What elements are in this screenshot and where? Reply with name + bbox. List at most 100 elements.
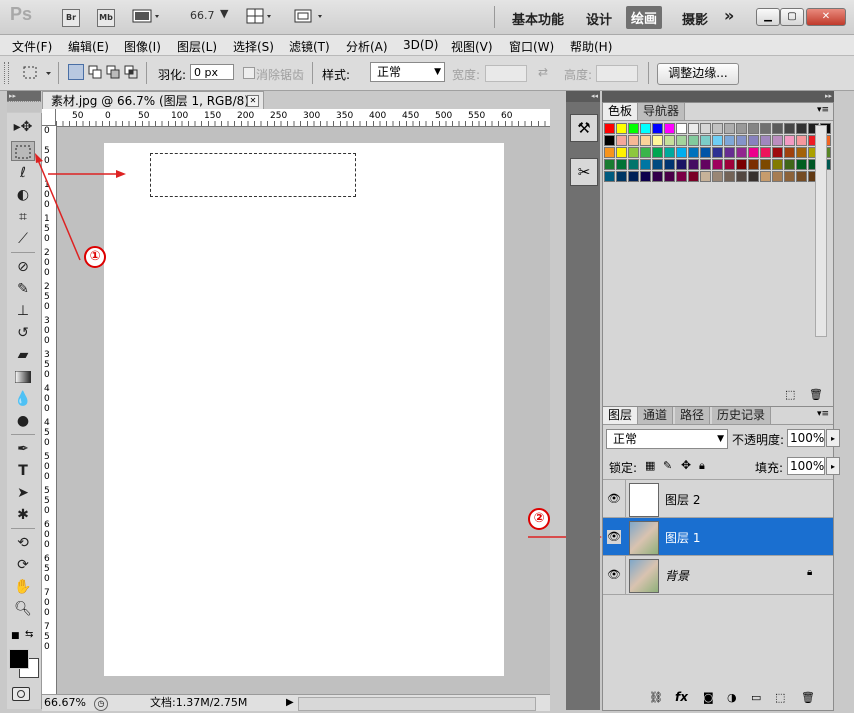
clone-stamp-tool-icon[interactable]: ⊥ [11, 301, 35, 321]
color-swatch[interactable] [640, 135, 651, 146]
link-layers-icon[interactable]: ⛓ [649, 691, 663, 704]
color-swatch[interactable] [760, 171, 771, 182]
color-swatch[interactable] [760, 135, 771, 146]
brush-settings-icon[interactable]: ✂ [570, 158, 598, 186]
workspace-painting[interactable]: 绘画 [626, 6, 663, 29]
ruler-origin[interactable] [42, 109, 56, 126]
subtract-from-selection-icon[interactable] [106, 65, 120, 82]
panel-menu-icon[interactable]: ▾≡ [817, 105, 829, 115]
new-group-icon[interactable]: ▭ [751, 691, 761, 704]
menu-edit[interactable]: 编辑(E) [68, 38, 109, 55]
move-tool-icon[interactable]: ▸✥ [11, 117, 35, 137]
menu-image[interactable]: 图像(I) [124, 38, 161, 55]
feather-input[interactable]: 0 px [190, 64, 234, 80]
color-swatch[interactable] [712, 135, 723, 146]
layer-name[interactable]: 图层 1 [665, 529, 700, 546]
workspace-photography[interactable]: 摄影 [682, 9, 708, 28]
gradient-tool-icon[interactable] [11, 367, 35, 387]
color-swatch[interactable] [724, 171, 735, 182]
shape-tool-icon[interactable]: ✱ [11, 505, 35, 525]
color-swatch[interactable] [700, 171, 711, 182]
color-swatch[interactable] [796, 159, 807, 170]
color-swatch[interactable] [796, 171, 807, 182]
visibility-eye-icon[interactable]: 👁︎ [607, 568, 621, 582]
layer-row-selected[interactable]: 👁︎ 图层 1 [603, 517, 833, 556]
color-swatch[interactable] [628, 123, 639, 134]
antialias-checkbox[interactable] [243, 67, 255, 79]
menu-analysis[interactable]: 分析(A) [346, 38, 388, 55]
color-swatch[interactable] [796, 123, 807, 134]
dock-collapse-icon[interactable]: ◂◂ [566, 91, 600, 102]
color-swatch[interactable] [604, 159, 615, 170]
visibility-eye-icon[interactable]: 👁︎ [607, 530, 621, 544]
color-swatch[interactable] [748, 171, 759, 182]
color-swatch[interactable] [604, 171, 615, 182]
swap-icon[interactable]: ⇄ [538, 65, 548, 79]
color-swatch[interactable] [712, 123, 723, 134]
color-swatch[interactable] [676, 159, 687, 170]
lock-all-icon[interactable]: 🔒︎ [699, 459, 705, 473]
color-swatch[interactable] [748, 135, 759, 146]
brush-presets-icon[interactable]: ⚒ [570, 114, 598, 142]
tool-preset-icon[interactable] [22, 65, 56, 84]
workspace-design[interactable]: 设计 [586, 9, 612, 28]
zoom-tool-icon[interactable]: 🔍︎ [11, 599, 35, 619]
color-swatch[interactable] [784, 171, 795, 182]
horizontal-scrollbar[interactable] [298, 697, 536, 711]
status-menu-arrow-icon[interactable]: ▶ [286, 695, 294, 711]
image-canvas[interactable] [104, 143, 504, 676]
color-swatch[interactable] [784, 123, 795, 134]
color-swatch[interactable] [604, 147, 615, 158]
color-swatch[interactable] [628, 159, 639, 170]
add-mask-icon[interactable]: ◙ [703, 691, 714, 704]
color-swatch[interactable] [688, 135, 699, 146]
color-swatch[interactable] [712, 171, 723, 182]
color-swatch[interactable] [676, 123, 687, 134]
color-swatch[interactable] [736, 171, 747, 182]
status-info-icon[interactable]: ◷ [94, 697, 108, 711]
width-input[interactable] [485, 65, 527, 82]
color-swatch[interactable] [736, 147, 747, 158]
color-swatch[interactable] [616, 147, 627, 158]
fill-input[interactable]: 100% [787, 457, 825, 475]
panel-menu-icon[interactable]: ▾≡ [817, 409, 829, 419]
color-swatch[interactable] [616, 123, 627, 134]
color-swatch[interactable] [760, 159, 771, 170]
color-swatch[interactable] [664, 135, 675, 146]
opacity-slider-arrow-icon[interactable]: ▸ [826, 429, 840, 447]
close-button[interactable]: ✕ [806, 8, 846, 26]
layer-row[interactable]: 👁︎ 背景 🔒︎ [603, 555, 833, 595]
tab-swatches[interactable]: 色板 [603, 103, 639, 120]
color-swatch[interactable] [628, 147, 639, 158]
minimize-button[interactable]: ▁ [756, 8, 780, 26]
color-swatch[interactable] [664, 159, 675, 170]
color-swatch[interactable] [688, 171, 699, 182]
color-swatch[interactable] [640, 147, 651, 158]
color-swatch[interactable] [748, 123, 759, 134]
color-swatch[interactable] [796, 135, 807, 146]
color-swatch[interactable] [628, 135, 639, 146]
zoom-status[interactable]: 66.67% [44, 695, 86, 711]
tab-channels[interactable]: 通道 [638, 407, 674, 424]
height-input[interactable] [596, 65, 638, 82]
color-swatch[interactable] [748, 147, 759, 158]
color-swatch[interactable] [700, 135, 711, 146]
color-swatch[interactable] [760, 123, 771, 134]
tab-navigator[interactable]: 导航器 [638, 103, 686, 120]
delete-layer-icon[interactable]: 🗑︎ [801, 691, 815, 704]
menu-filter[interactable]: 滤镜(T) [289, 38, 330, 55]
panel-collapse-icon[interactable]: ▸▸ [602, 91, 834, 102]
color-swatch[interactable] [688, 147, 699, 158]
add-to-selection-icon[interactable] [88, 65, 102, 82]
color-swatch[interactable] [676, 135, 687, 146]
delete-swatch-icon[interactable]: 🗑︎ [809, 388, 823, 401]
menu-window[interactable]: 窗口(W) [509, 38, 554, 55]
color-swatch[interactable] [736, 159, 747, 170]
new-swatch-icon[interactable]: ⬚ [785, 388, 795, 401]
color-swatch[interactable] [652, 159, 663, 170]
foreground-color-swatch[interactable] [9, 649, 29, 669]
color-swatch[interactable] [736, 123, 747, 134]
color-swatch[interactable] [784, 135, 795, 146]
path-select-tool-icon[interactable]: ➤ [11, 483, 35, 503]
color-swatch[interactable] [652, 123, 663, 134]
